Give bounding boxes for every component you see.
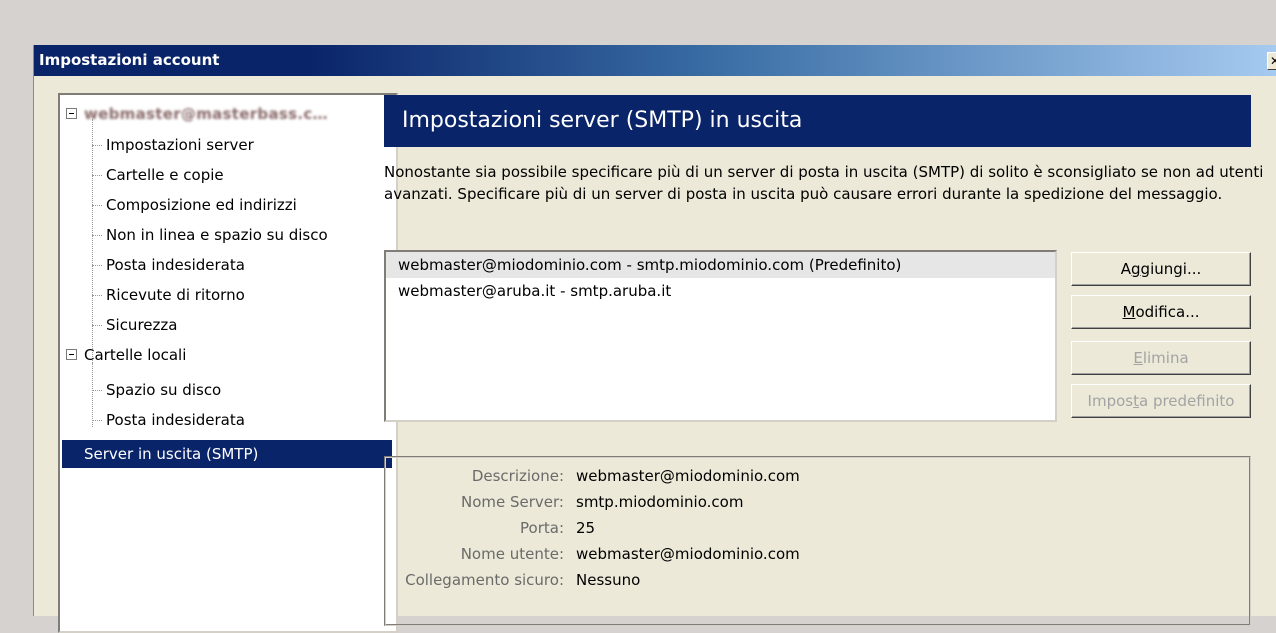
close-icon[interactable]: ✕ bbox=[1267, 52, 1276, 70]
add-button[interactable]: Aggiungi... bbox=[1071, 252, 1251, 286]
tree-item-local-junk[interactable]: Posta indesiderata bbox=[92, 405, 245, 435]
tree-item-smtp[interactable]: Server in uscita (SMTP) bbox=[62, 440, 392, 468]
list-item[interactable]: webmaster@miodominio.com - smtp.miodomin… bbox=[386, 252, 1055, 278]
tree-item-local-folders[interactable]: Cartelle locali bbox=[66, 340, 186, 370]
tree-item-label: Non in linea e spazio su disco bbox=[106, 226, 328, 244]
detail-server-name: Nome Server: smtp.miodominio.com bbox=[461, 493, 744, 511]
detail-description: Descrizione: webmaster@miodominio.com bbox=[471, 467, 800, 485]
list-item[interactable]: webmaster@aruba.it - smtp.aruba.it bbox=[386, 278, 1055, 304]
tree-item-receipts[interactable]: Ricevute di ritorno bbox=[92, 280, 245, 310]
dialog-titlebar[interactable]: Impostazioni account ✕ bbox=[34, 45, 1276, 76]
edit-button[interactable]: Modifica... bbox=[1071, 295, 1251, 329]
detail-secure-connection: Collegamento sicuro: Nessuno bbox=[405, 571, 641, 589]
tree-item-offline[interactable]: Non in linea e spazio su disco bbox=[92, 220, 328, 250]
tree-item-folders-copies[interactable]: Cartelle e copie bbox=[92, 160, 224, 190]
smtp-description: Nonostante sia possibile specificare più… bbox=[384, 163, 1264, 203]
server-details-box: Descrizione: webmaster@miodominio.com No… bbox=[384, 456, 1251, 626]
tree-item-account[interactable]: webmaster@masterbass.c… bbox=[66, 99, 328, 129]
detail-port: Porta: 25 bbox=[520, 519, 596, 537]
smtp-server-list[interactable]: webmaster@miodominio.com - smtp.miodomin… bbox=[384, 250, 1057, 422]
tree-item-label: Posta indesiderata bbox=[106, 256, 245, 274]
page-title: Impostazioni server (SMTP) in uscita bbox=[384, 95, 1251, 147]
tree-item-security[interactable]: Sicurezza bbox=[92, 310, 177, 340]
delete-button[interactable]: Elimina bbox=[1071, 341, 1251, 375]
tree-item-label: Sicurezza bbox=[106, 316, 178, 334]
collapse-icon[interactable] bbox=[66, 349, 77, 360]
tree-item-label: Impostazioni server bbox=[106, 136, 254, 154]
tree-item-label: Cartelle e copie bbox=[106, 166, 224, 184]
tree-item-label: Cartelle locali bbox=[84, 346, 187, 364]
account-settings-dialog: Impostazioni account ✕ webmaster@masterb… bbox=[33, 45, 1276, 633]
tree-item-composition[interactable]: Composizione ed indirizzi bbox=[92, 190, 297, 220]
tree-item-label: Spazio su disco bbox=[106, 381, 222, 399]
account-name: webmaster@masterbass.c… bbox=[84, 105, 328, 123]
tree-item-junk[interactable]: Posta indesiderata bbox=[92, 250, 245, 280]
tree-item-label: Ricevute di ritorno bbox=[106, 286, 245, 304]
tree-item-label: Posta indesiderata bbox=[106, 411, 245, 429]
set-default-button[interactable]: Imposta predefinito bbox=[1071, 384, 1251, 418]
detail-username: Nome utente: webmaster@miodominio.com bbox=[460, 545, 800, 563]
collapse-icon[interactable] bbox=[66, 108, 77, 119]
dialog-title: Impostazioni account bbox=[39, 51, 220, 69]
tree-item-label: Composizione ed indirizzi bbox=[106, 196, 297, 214]
tree-item-disk-space[interactable]: Spazio su disco bbox=[92, 375, 221, 405]
tree-item-server-settings[interactable]: Impostazioni server bbox=[92, 130, 254, 160]
account-tree[interactable]: webmaster@masterbass.c… Impostazioni ser… bbox=[58, 93, 398, 633]
